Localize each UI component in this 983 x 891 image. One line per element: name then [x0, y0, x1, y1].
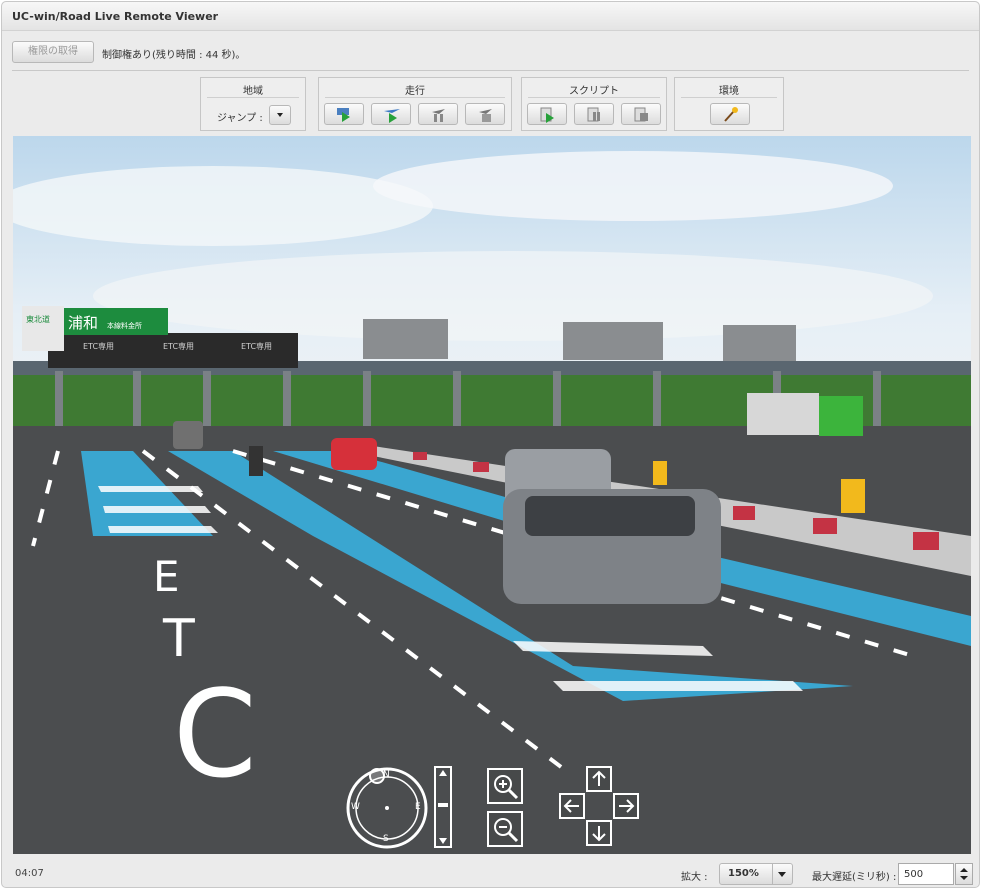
region-group-title: 地域 — [243, 86, 263, 97]
spinner-arrows-icon — [960, 868, 968, 880]
magic-wand-icon — [724, 107, 738, 122]
drive-stop-icon — [479, 109, 492, 122]
sign-main-text: 浦和 — [68, 314, 98, 332]
divider — [681, 97, 777, 98]
divider — [528, 97, 660, 98]
drive-stop-button[interactable] — [465, 103, 505, 125]
zoom-label: 拡大 : — [681, 872, 708, 883]
script-stop-button[interactable] — [621, 103, 661, 125]
script-pause-icon — [587, 107, 600, 122]
drive-start-icon — [337, 108, 350, 122]
script-group: スクリプト — [521, 77, 667, 131]
elapsed-time: 04:07 — [15, 868, 44, 879]
divider — [207, 97, 299, 98]
divider — [12, 70, 969, 71]
zoom-out-button[interactable] — [487, 811, 523, 847]
script-stop-icon — [634, 107, 648, 122]
move-down-button[interactable] — [586, 820, 612, 846]
booth-label: ETC専用 — [163, 341, 194, 351]
acquire-control-button[interactable]: 権限の取得 — [12, 41, 94, 63]
sign-sub-text: 本線料金所 — [107, 321, 142, 330]
zoom-dropdown-caret[interactable] — [772, 864, 792, 884]
divider — [325, 97, 505, 98]
compass-control[interactable]: N E S W — [345, 766, 429, 850]
road-marking-e: E — [153, 552, 180, 601]
move-up-button[interactable] — [586, 766, 612, 792]
fly-start-button[interactable] — [371, 103, 411, 125]
environment-group-title: 環境 — [719, 86, 739, 97]
arrow-down-icon — [592, 826, 606, 842]
zoom-select[interactable]: 150% — [719, 863, 793, 885]
move-right-button[interactable] — [613, 793, 639, 819]
road-marking-t: T — [162, 609, 195, 669]
sign-badge: 東北道 — [26, 314, 50, 324]
drive-group: 走行 — [318, 77, 512, 131]
road-marking-c: C — [173, 666, 257, 805]
compass-s-label: S — [383, 834, 389, 844]
compass-n-label: N — [383, 770, 390, 780]
control-status-text: 制御権あり(残り時間 : 44 秒)。 — [102, 50, 246, 61]
window-title: UC-win/Road Live Remote Viewer — [12, 10, 219, 23]
app-window: UC-win/Road Live Remote Viewer 権限の取得 制御権… — [1, 1, 980, 888]
compass-w-label: W — [351, 802, 360, 812]
move-left-button[interactable] — [559, 793, 585, 819]
drive-group-title: 走行 — [405, 86, 425, 97]
chevron-down-icon — [778, 872, 786, 877]
arrow-right-icon — [619, 799, 635, 813]
drive-option-icon — [432, 109, 445, 122]
road-scene-image: 東北道 浦和 本線料金所 ETC専用 ETC専用 ETC専用 E T C — [13, 136, 971, 854]
altitude-slider[interactable] — [434, 766, 452, 848]
region-group: 地域 ジャンプ : — [200, 77, 306, 131]
max-delay-input[interactable] — [898, 863, 954, 885]
drive-start-button[interactable] — [324, 103, 364, 125]
fly-start-icon — [384, 109, 400, 123]
chevron-down-icon — [277, 113, 283, 117]
arrow-left-icon — [563, 799, 579, 813]
script-play-button[interactable] — [527, 103, 567, 125]
script-play-icon — [540, 107, 554, 123]
booth-label: ETC専用 — [241, 341, 272, 351]
zoom-in-button[interactable] — [487, 768, 523, 804]
environment-button[interactable] — [710, 103, 750, 125]
jump-dropdown-button[interactable] — [269, 105, 291, 125]
jump-label: ジャンプ : — [217, 113, 263, 124]
slider-track-icon — [438, 770, 448, 844]
environment-group: 環境 — [674, 77, 784, 131]
zoom-value: 150% — [728, 868, 759, 879]
arrow-up-icon — [592, 770, 606, 786]
script-pause-button[interactable] — [574, 103, 614, 125]
title-bar: UC-win/Road Live Remote Viewer — [2, 2, 979, 31]
script-group-title: スクリプト — [569, 86, 619, 97]
drive-option-button[interactable] — [418, 103, 458, 125]
max-delay-spinner[interactable] — [955, 863, 973, 885]
zoom-in-icon — [494, 775, 519, 800]
max-delay-label: 最大遅延(ミリ秒) : — [812, 872, 897, 883]
3d-viewport[interactable]: 東北道 浦和 本線料金所 ETC専用 ETC専用 ETC専用 E T C N E… — [13, 136, 971, 854]
compass-e-label: E — [415, 802, 421, 812]
zoom-out-icon — [494, 818, 519, 843]
booth-label: ETC専用 — [83, 341, 114, 351]
